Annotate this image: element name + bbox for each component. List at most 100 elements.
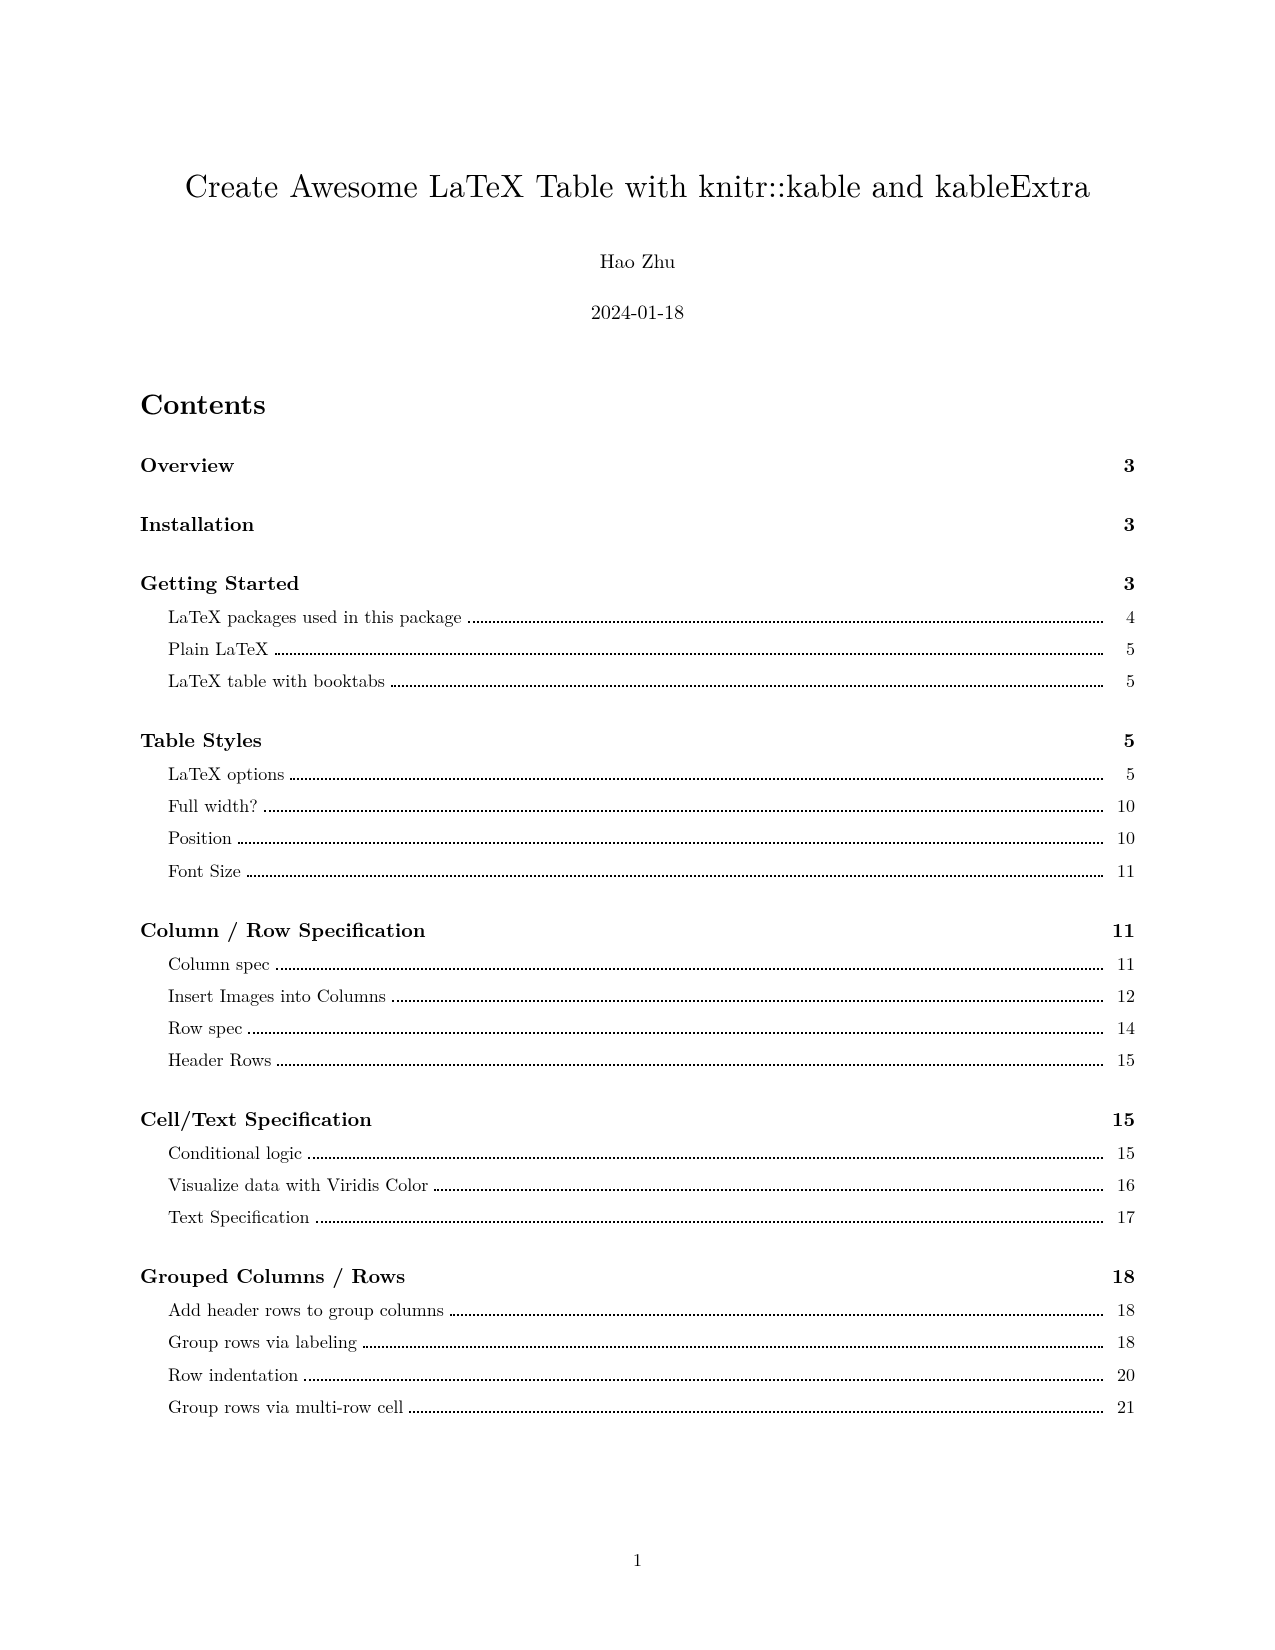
toc-subentry: Add header rows to group columns 18 <box>140 1297 1135 1323</box>
toc-leader-dots <box>363 1346 1103 1348</box>
toc-leader-dots <box>290 778 1103 780</box>
toc-subentry: Plain LaTeX 5 <box>140 636 1135 662</box>
toc-subentry-page: 15 <box>1107 1140 1135 1166</box>
toc-section: Grouped Columns / Rows18 Add header rows … <box>140 1260 1135 1419</box>
toc-subentry-page: 5 <box>1107 668 1135 694</box>
toc-section-page: 5 <box>1116 724 1136 753</box>
toc-leader-dots <box>308 1157 1103 1159</box>
toc-section-page: 3 <box>1116 508 1136 537</box>
toc-subentry-title: Header Rows <box>168 1047 271 1073</box>
toc-section-title: Table Styles <box>140 724 262 753</box>
toc-leader-dots <box>264 810 1103 812</box>
document-date: 2024-01-18 <box>140 296 1135 325</box>
toc-subentry-page: 14 <box>1107 1015 1135 1041</box>
toc-subentry: Conditional logic 15 <box>140 1140 1135 1166</box>
toc-leader-dots <box>409 1411 1103 1413</box>
toc-section-row: Cell/Text Specification 15 <box>140 1103 1135 1132</box>
toc-section-page: 15 <box>1104 1103 1135 1132</box>
toc-subentry: LaTeX options 5 <box>140 761 1135 787</box>
toc-subentry: LaTeX table with booktabs 5 <box>140 668 1135 694</box>
toc-subentry-page: 11 <box>1107 951 1135 977</box>
toc-subentry-page: 12 <box>1107 983 1135 1009</box>
toc-leader-dots <box>434 1189 1103 1191</box>
toc-subentry-page: 17 <box>1107 1204 1135 1230</box>
toc-subentry-title: Group rows via multi-row cell <box>168 1394 403 1420</box>
toc-subentry-title: Add header rows to group columns <box>168 1297 444 1323</box>
toc-subentry-title: LaTeX packages used in this package <box>168 604 462 630</box>
page-number: 1 <box>0 1547 1275 1572</box>
toc-subentry-page: 4 <box>1107 604 1135 630</box>
toc-subentry: Row spec14 <box>140 1015 1135 1041</box>
toc-subentry-page: 21 <box>1107 1394 1135 1420</box>
toc-subentry: Text Specification 17 <box>140 1204 1135 1230</box>
contents-heading: Contents <box>140 383 1135 423</box>
toc-subentry-title: Insert Images into Columns <box>168 983 386 1009</box>
toc-subentry-page: 5 <box>1107 636 1135 662</box>
toc-leader-dots <box>238 842 1103 844</box>
toc-subentry-title: LaTeX table with booktabs <box>168 668 385 694</box>
toc-section-row: Table Styles 5 <box>140 724 1135 753</box>
toc-section-page: 18 <box>1104 1260 1135 1289</box>
toc-leader-dots <box>247 875 1103 877</box>
document-page: Create Awesome LaTeX Table with knitr::k… <box>0 0 1275 1420</box>
toc-subentry: Font Size11 <box>140 858 1135 884</box>
toc-section-row: Installation 3 <box>140 508 1135 537</box>
toc-subentry: Column spec 11 <box>140 951 1135 977</box>
toc-subentry-page: 5 <box>1107 761 1135 787</box>
toc-subentry-page: 10 <box>1107 825 1135 851</box>
toc-leader-dots <box>450 1314 1103 1316</box>
toc-subentry-title: Full width? <box>168 793 258 819</box>
document-title: Create Awesome LaTeX Table with knitr::k… <box>140 162 1135 207</box>
toc-leader-dots <box>277 1064 1103 1066</box>
toc-subentry-title: Column spec <box>168 951 270 977</box>
toc-subentry: Header Rows 15 <box>140 1047 1135 1073</box>
toc-section: Column / Row Specification11Column spec1… <box>140 914 1135 1073</box>
toc-section-page: 3 <box>1116 567 1136 596</box>
toc-subentry-title: Visualize data with Viridis Color <box>168 1172 428 1198</box>
toc-section: Cell/Text Specification15Conditional log… <box>140 1103 1135 1230</box>
toc-subentry: Insert Images into Columns 12 <box>140 983 1135 1009</box>
toc-subentry: Visualize data with Viridis Color16 <box>140 1172 1135 1198</box>
toc-section: Overview 3 <box>140 449 1135 478</box>
toc-section-title: Overview <box>140 449 234 478</box>
toc-subentry-page: 15 <box>1107 1047 1135 1073</box>
toc-leader-dots <box>304 1379 1103 1381</box>
toc-section-row: Overview 3 <box>140 449 1135 478</box>
toc-section: Table Styles 5 LaTeX options 5 Full width? 10… <box>140 724 1135 883</box>
toc-subentry-title: Conditional logic <box>168 1140 302 1166</box>
toc-leader-dots <box>248 1032 1103 1034</box>
toc-leader-dots <box>392 1000 1103 1002</box>
toc-subentry: Group rows via multi-row cell 21 <box>140 1394 1135 1420</box>
toc-subentry: Group rows via labeling 18 <box>140 1329 1135 1355</box>
toc-section-row: Column / Row Specification11 <box>140 914 1135 943</box>
toc-subentry-title: LaTeX options <box>168 761 284 787</box>
toc-subentry-title: Text Specification <box>168 1204 310 1230</box>
table-of-contents: Overview 3 Installation 3 Getting Started 3 La… <box>140 449 1135 1420</box>
toc-leader-dots <box>275 653 1103 655</box>
toc-section: Getting Started 3 LaTeX packages used in t… <box>140 567 1135 694</box>
toc-leader-dots <box>468 621 1103 623</box>
toc-subentry-title: Group rows via labeling <box>168 1329 357 1355</box>
toc-subentry: Full width? 10 <box>140 793 1135 819</box>
toc-subentry-page: 18 <box>1107 1297 1135 1323</box>
toc-section-title: Cell/Text Specification <box>140 1103 372 1132</box>
toc-subentry-title: Plain LaTeX <box>168 636 269 662</box>
toc-leader-dots <box>316 1221 1103 1223</box>
toc-section-title: Getting Started <box>140 567 299 596</box>
document-author: Hao Zhu <box>140 245 1135 274</box>
toc-subentry: Position 10 <box>140 825 1135 851</box>
toc-subentry-page: 20 <box>1107 1362 1135 1388</box>
toc-section: Installation 3 <box>140 508 1135 537</box>
toc-subentry: LaTeX packages used in this package 4 <box>140 604 1135 630</box>
toc-subentry: Row indentation 20 <box>140 1362 1135 1388</box>
toc-leader-dots <box>391 685 1103 687</box>
toc-section-row: Getting Started 3 <box>140 567 1135 596</box>
toc-subentry-page: 10 <box>1107 793 1135 819</box>
toc-subentry-title: Position <box>168 825 232 851</box>
toc-section-title: Installation <box>140 508 254 537</box>
toc-section-page: 3 <box>1116 449 1136 478</box>
toc-subentry-title: Row indentation <box>168 1362 298 1388</box>
toc-section-row: Grouped Columns / Rows18 <box>140 1260 1135 1289</box>
toc-section-title: Column / Row Specification <box>140 914 426 943</box>
toc-subentry-page: 18 <box>1107 1329 1135 1355</box>
